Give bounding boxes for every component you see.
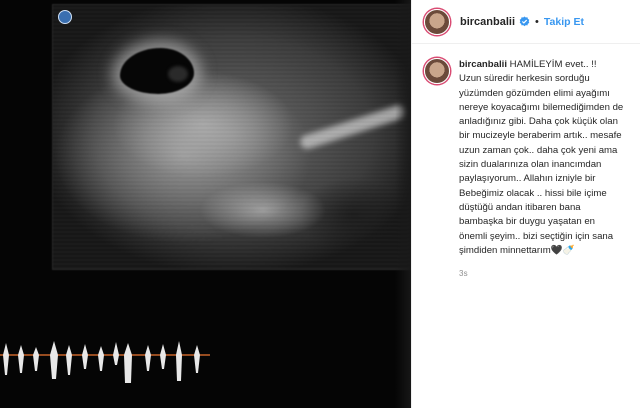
post-image[interactable] [0,0,411,408]
caption-line: Uzun süredir herkesin sorduğu [459,73,590,85]
caption-line: şimdiden minnettarım🖤🍼 [459,244,575,256]
post-sidebar: bircanbalii • Takip Et bircanbalii HAMİL… [411,0,640,408]
caption-comment: bircanbalii HAMİLEYİM evet.. !! Uzun sür… [412,44,640,281]
ultrasound-tissue [298,103,408,151]
caption-line: paylaşıyorum.. Allahın izniyle bir [459,173,596,185]
caption-line: Bebeğimiz olacak .. hissi bile içime [459,187,607,199]
doppler-waveform [0,341,210,383]
caption-line: nereye koyacağımı bilemediğimden de [459,101,624,113]
post-timestamp[interactable]: 3s [459,267,627,281]
caption-line: yüzümden gözümden elimi ayağımı [459,87,610,99]
caption-line: düştüğü andan itibaren bana [459,201,581,213]
caption-line-1: bircanbalii HAMİLEYİM evet.. !! [459,59,597,70]
separator-dot: • [535,15,539,28]
caption-username[interactable]: bircanbalii [459,59,507,70]
caption-line: uzun zaman çok.. daha çok yeni ama [459,144,618,156]
embryo-shape [168,66,188,82]
caption-line: önemli şeyim.. bizi seçtiğin için sana [459,230,614,242]
follow-button[interactable]: Takip Et [544,16,584,28]
caption-avatar[interactable] [424,58,450,84]
caption-line: bir mucizeyle beraberim artık.. mesafe [459,130,622,142]
post-header: bircanbalii • Takip Et [412,0,640,44]
monitor-logo-icon [58,10,72,24]
caption-line: anladığınız gibi. Daha çok küçük olan [459,116,618,128]
photo-edge-shadow [395,0,411,408]
caption-line: sizin dualarınıza olan inancımdan [459,159,602,171]
header-username[interactable]: bircanbalii [460,16,515,28]
caption-line: bambaşka bir duygu yaşatan en [459,216,595,228]
verified-badge-icon [519,16,530,27]
ultrasound-screen [52,4,411,270]
avatar[interactable] [424,8,450,35]
caption-body: bircanbalii HAMİLEYİM evet.. !! Uzun sür… [459,58,627,281]
